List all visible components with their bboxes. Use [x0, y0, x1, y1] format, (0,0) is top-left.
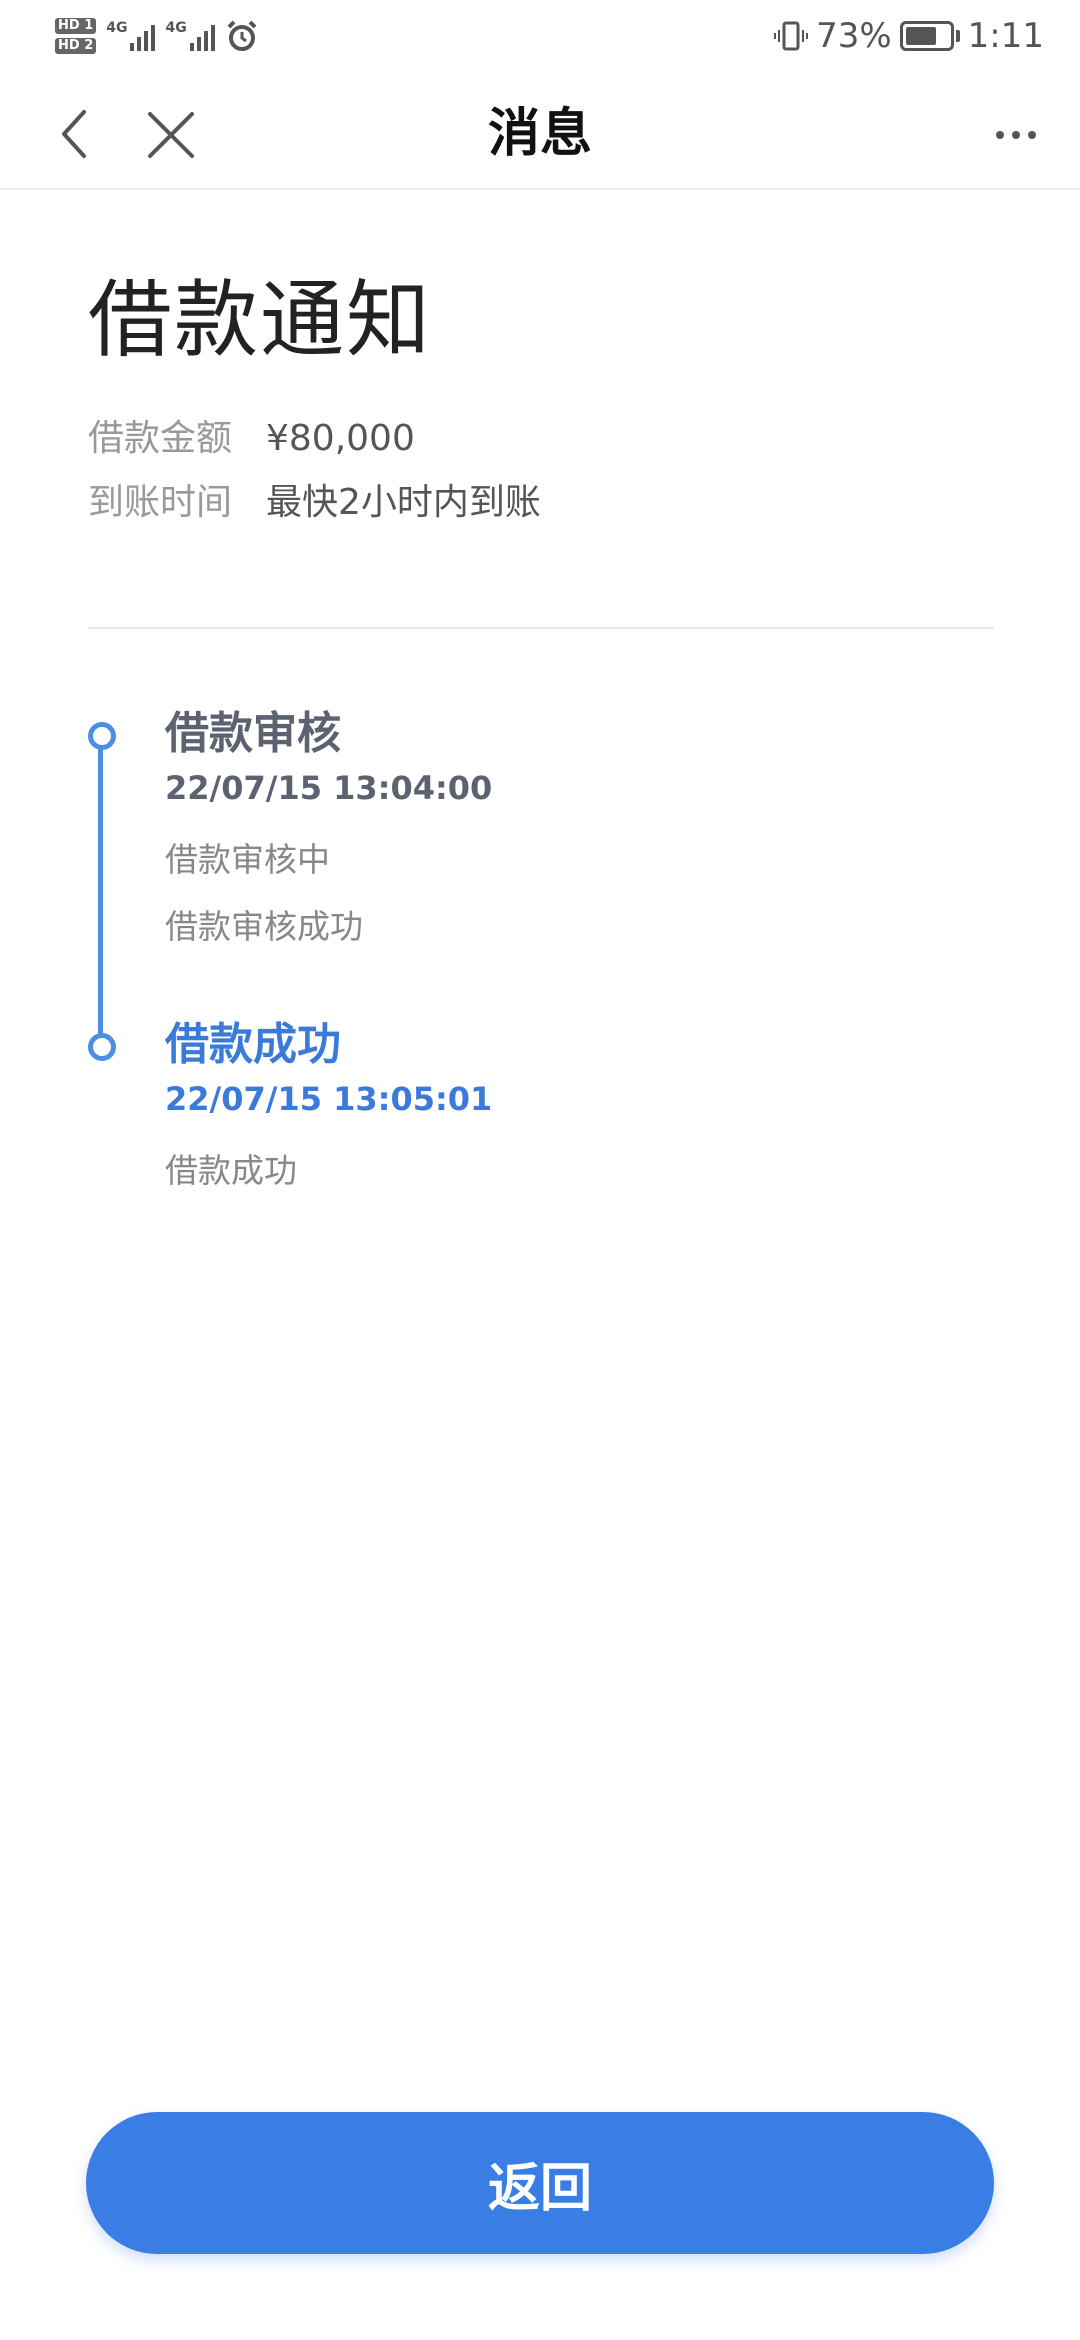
timeline-dot	[88, 1033, 116, 1061]
divider	[88, 627, 994, 629]
battery-icon	[899, 21, 960, 51]
step-time: 22/07/15 13:05:01	[165, 1080, 493, 1118]
signal-bars-icon	[130, 21, 156, 51]
page-title: 消息	[487, 104, 592, 164]
alarm-icon	[227, 20, 257, 51]
battery-percent: 73%	[816, 16, 892, 56]
more-icon[interactable]	[986, 108, 1046, 162]
hd-indicators: HD 1 HD 2	[55, 18, 97, 54]
step-description: 借款成功	[165, 1151, 297, 1190]
step-description: 借款审核成功	[165, 907, 363, 946]
clock: 1:11	[967, 16, 1044, 56]
arrival-label: 到账时间	[88, 482, 233, 523]
timeline-dot	[88, 722, 116, 750]
hd1-badge: HD 1	[55, 18, 97, 34]
signal-2: 4G	[165, 20, 215, 51]
status-bar-left: HD 1 HD 2 4G 4G	[55, 14, 259, 58]
network-type-2: 4G	[165, 20, 187, 36]
signal-1: 4G	[106, 20, 156, 51]
amount-row: 借款金额 ¥80,000	[88, 414, 415, 464]
timeline-line	[98, 740, 103, 1045]
step-time: 22/07/15 13:04:00	[165, 769, 493, 807]
vibrate-icon	[774, 21, 809, 51]
arrival-row: 到账时间 最快2小时内到账	[88, 478, 541, 528]
amount-label: 借款金额	[88, 418, 233, 459]
status-bar-right: 73% 1:11	[774, 14, 1044, 58]
nav-bar: 消息	[0, 80, 1080, 190]
step-description: 借款审核中	[165, 840, 330, 879]
arrival-value: 最快2小时内到账	[266, 482, 541, 523]
step-title: 借款成功	[165, 1019, 341, 1070]
network-type-1: 4G	[106, 20, 128, 36]
notice-title: 借款通知	[88, 271, 433, 369]
signal-bars-icon	[189, 21, 215, 51]
battery-fill	[905, 27, 937, 45]
step-title: 借款审核	[165, 708, 341, 759]
amount-value: ¥80,000	[266, 418, 415, 459]
status-bar: HD 1 HD 2 4G 4G 73% 1:11	[0, 0, 1080, 80]
hd2-badge: HD 2	[55, 38, 97, 54]
return-button[interactable]: 返回	[86, 2112, 994, 2254]
